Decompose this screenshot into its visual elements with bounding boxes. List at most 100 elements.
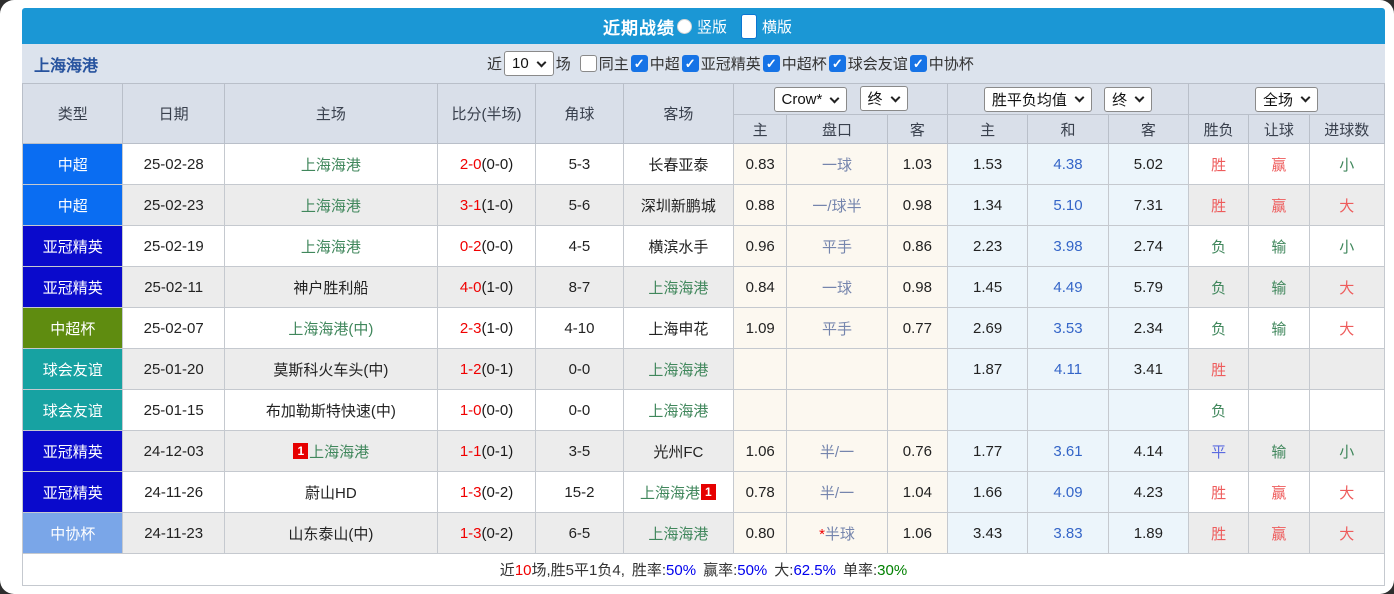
- avg-draw-cell: 3.61: [1027, 430, 1109, 472]
- score-cell: 0-2(0-0): [436, 225, 537, 267]
- score-cell: 4-0(1-0): [436, 266, 537, 308]
- away-team-cell: 上海海港: [622, 512, 735, 554]
- handicap-line-cell: [786, 389, 888, 431]
- avg-draw-cell: [1027, 389, 1109, 431]
- avg-draw-cell: 4.38: [1027, 143, 1109, 185]
- away-team-cell: 上海海港: [622, 389, 735, 431]
- avg-home-cell: 1.77: [946, 430, 1029, 472]
- home-team-name: 上海海港: [300, 238, 361, 256]
- avg-home-cell: 1.45: [946, 266, 1029, 308]
- avg-away-cell: 3.41: [1107, 348, 1190, 390]
- over-rate-label: 大:: [774, 562, 794, 579]
- over-rate-value: 62.5%: [793, 562, 836, 579]
- avg-away-cell: 4.23: [1107, 471, 1190, 513]
- avg-away-cell: 2.74: [1107, 225, 1190, 267]
- avg-away-cell: 7.31: [1107, 184, 1190, 226]
- col-score: 比分(半场): [436, 83, 537, 144]
- chevron-down-icon: [1300, 92, 1311, 103]
- corner-cell: 0-0: [535, 389, 624, 431]
- win-rate-label: 胜率:: [631, 562, 667, 579]
- summary-count: 10: [514, 562, 532, 579]
- date-cell: 25-01-15: [122, 389, 225, 431]
- avg-home-cell: 3.43: [946, 512, 1029, 554]
- chevron-down-icon: [1134, 92, 1145, 103]
- away-team-name: 横滨水手: [648, 238, 709, 256]
- away-team-cell: 上海海港 1: [622, 471, 735, 513]
- col-avg-draw: 和: [1027, 114, 1109, 144]
- result-handicap-cell: 赢: [1248, 184, 1310, 226]
- score-cell: 1-2(0-1): [436, 348, 537, 390]
- result-handicap-cell: 输: [1248, 430, 1310, 472]
- result-goals-cell: 小: [1308, 225, 1386, 267]
- home-team-cell: 蔚山HD: [223, 471, 438, 513]
- date-cell: 24-11-23: [122, 512, 225, 554]
- team-name: 上海海港: [34, 57, 99, 75]
- red-card-badge: 1: [700, 483, 716, 500]
- handicap-line-cell: 半/一: [786, 430, 888, 472]
- handicap-line-cell: [786, 348, 888, 390]
- avg-draw-cell: 3.98: [1027, 225, 1109, 267]
- layout-vertical-radio[interactable]: [676, 18, 692, 34]
- odds-away-cell: 1.03: [886, 143, 948, 185]
- results-table: 类型 日期 主场 比分(半场) 角球 客场 Crow* 终 胜平负均值 终 全场…: [21, 83, 1386, 586]
- games-label: 场: [555, 56, 571, 73]
- home-team-cell: 上海海港: [223, 184, 438, 226]
- odds-home-cell: 0.78: [733, 471, 788, 513]
- away-team-cell: 上海海港: [622, 266, 735, 308]
- corner-cell: 4-5: [535, 225, 624, 267]
- avg-time-select[interactable]: 终: [1104, 86, 1153, 112]
- col-odds-away: 客: [886, 114, 948, 144]
- away-team-name: 深圳新鹏城: [640, 197, 716, 215]
- table-row: 亚冠精英 25-02-19 上海海港 0-2(0-0) 4-5 横滨水手 0.9…: [21, 225, 1386, 267]
- league-acl-checkbox[interactable]: ✓: [681, 55, 699, 72]
- result-goals-cell: 大: [1308, 307, 1386, 349]
- result-wdl-cell: 胜: [1188, 471, 1250, 513]
- handicap-rate-label: 赢率:: [703, 562, 738, 579]
- layout-vertical-label[interactable]: 竖版: [697, 16, 727, 37]
- odds-company-select[interactable]: Crow*: [773, 87, 848, 112]
- away-team-name: 上海海港: [648, 279, 709, 297]
- date-cell: 25-02-23: [122, 184, 225, 226]
- league-badge: 亚冠精英: [21, 471, 124, 513]
- away-team-name: 上海海港: [639, 484, 700, 502]
- avg-away-cell: 1.89: [1107, 512, 1190, 554]
- odds-away-cell: 0.86: [886, 225, 948, 267]
- scope-select[interactable]: 全场: [1255, 86, 1319, 112]
- result-goals-cell: 小: [1308, 143, 1386, 185]
- league-cup-checkbox[interactable]: ✓: [762, 55, 780, 72]
- away-team-cell: 深圳新鹏城: [622, 184, 735, 226]
- score-cell: 2-3(1-0): [436, 307, 537, 349]
- away-team-cell: 上海海港: [622, 348, 735, 390]
- result-goals-cell: 大: [1308, 184, 1386, 226]
- home-team-cell: 上海海港: [223, 143, 438, 185]
- odds-home-cell: 0.96: [733, 225, 788, 267]
- avg-odds-select[interactable]: 胜平负均值: [983, 86, 1092, 112]
- summary-cell: 近10场,胜5平1负4, 胜率:50% 赢率:50% 大:62.5% 单率:30%: [22, 553, 1385, 586]
- layout-horizontal-radio[interactable]: [741, 13, 757, 39]
- result-handicap-cell: 输: [1248, 307, 1310, 349]
- home-team-name: 上海海港: [309, 443, 370, 461]
- league-badge: 球会友谊: [21, 389, 124, 431]
- league-cfa-checkbox[interactable]: ✓: [909, 55, 927, 72]
- handicap-rate-value: 50%: [737, 562, 768, 579]
- layout-horizontal-label[interactable]: 横版: [762, 16, 792, 37]
- table-row: 亚冠精英 24-12-03 1 上海海港 1-1(0-1) 3-5 光州FC 1.…: [21, 430, 1386, 472]
- match-count-select[interactable]: 10: [504, 51, 554, 76]
- league-friendly-checkbox[interactable]: ✓: [828, 55, 846, 72]
- odds-home-cell: 0.84: [733, 266, 788, 308]
- league-csl-checkbox[interactable]: ✓: [630, 55, 648, 72]
- odds-home-cell: 1.09: [733, 307, 788, 349]
- col-avg-away: 客: [1107, 114, 1190, 144]
- page-title: 近期战绩: [602, 18, 675, 38]
- scope-dropdown-cell: 全场: [1188, 83, 1385, 115]
- same-host-checkbox[interactable]: [579, 55, 597, 72]
- col-corner: 角球: [535, 83, 624, 144]
- odds-time-select[interactable]: 终: [859, 86, 908, 111]
- home-team-name: 上海海港(中): [288, 320, 374, 338]
- handicap-line-cell: 一/球半: [786, 184, 888, 226]
- corner-cell: 0-0: [535, 348, 624, 390]
- away-team-cell: 长春亚泰: [622, 143, 735, 185]
- table-row: 亚冠精英 25-02-11 神户胜利船 4-0(1-0) 8-7 上海海港 0.…: [21, 266, 1386, 308]
- title-bar: 近期战绩 竖版 横版: [22, 8, 1385, 44]
- league-badge: 亚冠精英: [21, 266, 124, 308]
